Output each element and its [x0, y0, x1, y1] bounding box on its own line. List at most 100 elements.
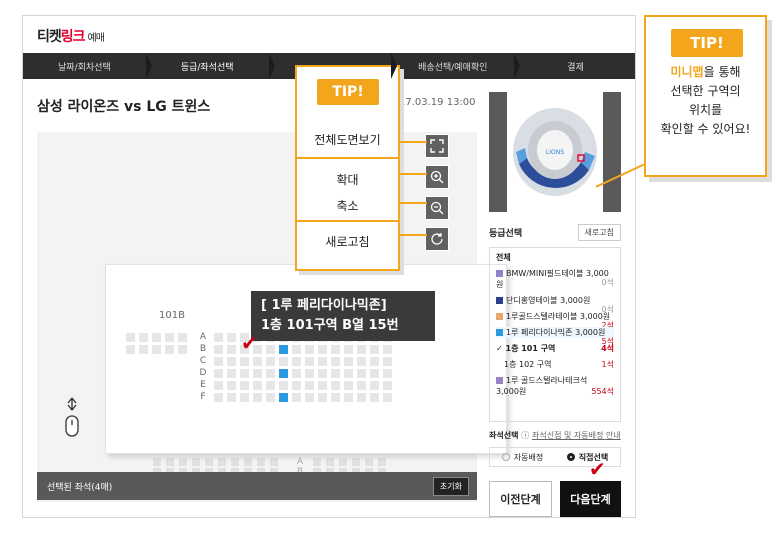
selected-seats-bar[interactable]: 선택된 좌석(4매) 초기화: [37, 472, 477, 500]
grade-item[interactable]: BMW/MINI필드테이블 3,000원 0석: [496, 268, 614, 290]
seat-select-help[interactable]: 좌석선점 및 자동배정 안내: [532, 431, 621, 440]
seat[interactable]: [139, 333, 148, 342]
seat[interactable]: [165, 333, 174, 342]
seat[interactable]: [344, 357, 353, 366]
seat[interactable]: [292, 357, 301, 366]
seat[interactable]: [240, 357, 249, 366]
seat[interactable]: [357, 357, 366, 366]
seat[interactable]: [370, 369, 379, 378]
next-step-button[interactable]: 다음단계: [560, 481, 621, 517]
seat[interactable]: [279, 381, 288, 390]
seat[interactable]: [305, 357, 314, 366]
seat[interactable]: [357, 345, 366, 354]
seat[interactable]: [292, 369, 301, 378]
seat[interactable]: [305, 345, 314, 354]
seat[interactable]: [240, 393, 249, 402]
seat[interactable]: [318, 381, 327, 390]
seat[interactable]: [266, 381, 275, 390]
seat[interactable]: [139, 345, 148, 354]
zoom-in-icon[interactable]: [425, 165, 449, 189]
seat[interactable]: [383, 393, 392, 402]
grade-item-all[interactable]: 전체: [496, 252, 614, 263]
seat[interactable]: [178, 345, 187, 354]
seat[interactable]: [266, 357, 275, 366]
step-payment[interactable]: 결제: [514, 53, 635, 79]
refresh-icon[interactable]: [425, 227, 449, 251]
seat[interactable]: [253, 357, 262, 366]
seat[interactable]: [214, 345, 223, 354]
seat[interactable]: [383, 345, 392, 354]
direct-select-radio[interactable]: 직접선택: [555, 448, 620, 466]
auto-assign-radio[interactable]: 자동배정: [490, 448, 555, 466]
seat[interactable]: [292, 345, 301, 354]
seat[interactable]: [370, 381, 379, 390]
seat[interactable]: [305, 369, 314, 378]
seat[interactable]: [344, 381, 353, 390]
seat[interactable]: [214, 357, 223, 366]
seat[interactable]: [331, 345, 340, 354]
seat[interactable]: [383, 369, 392, 378]
seat[interactable]: [266, 369, 275, 378]
seat[interactable]: [165, 345, 174, 354]
seat[interactable]: [305, 393, 314, 402]
seat[interactable]: [279, 369, 288, 378]
seat[interactable]: [266, 345, 275, 354]
reset-button[interactable]: 초기화: [432, 477, 469, 496]
seat[interactable]: [344, 345, 353, 354]
seat[interactable]: [227, 345, 236, 354]
seat[interactable]: [331, 393, 340, 402]
seat[interactable]: [383, 357, 392, 366]
grade-item[interactable]: 1루 골드스텔라나테크석 3,000원 554석: [496, 375, 614, 397]
seat[interactable]: [357, 381, 366, 390]
step-date[interactable]: 날짜/회차선택: [23, 53, 152, 79]
seat[interactable]: [370, 393, 379, 402]
grade-refresh-button[interactable]: 새로고침: [577, 224, 621, 241]
seat[interactable]: [227, 369, 236, 378]
seat[interactable]: [253, 381, 262, 390]
seat[interactable]: [292, 393, 301, 402]
seat[interactable]: [383, 381, 392, 390]
zoom-out-icon[interactable]: [425, 196, 449, 220]
seat[interactable]: [253, 393, 262, 402]
seat[interactable]: [331, 381, 340, 390]
seat[interactable]: [305, 381, 314, 390]
seat[interactable]: [370, 345, 379, 354]
grade-list[interactable]: 전체 BMW/MINI필드테이블 3,000원 0석 단디홍영테이블 3,000원…: [489, 247, 621, 422]
seat[interactable]: [279, 393, 288, 402]
seat[interactable]: [357, 369, 366, 378]
seat[interactable]: [331, 357, 340, 366]
seat[interactable]: [279, 345, 288, 354]
seat[interactable]: [126, 333, 135, 342]
seat[interactable]: [227, 357, 236, 366]
seat[interactable]: [227, 333, 236, 342]
seat[interactable]: [318, 357, 327, 366]
seat[interactable]: [253, 369, 262, 378]
seat[interactable]: [214, 381, 223, 390]
seat[interactable]: [214, 393, 223, 402]
seat[interactable]: [152, 345, 161, 354]
seat[interactable]: [357, 393, 366, 402]
seat[interactable]: [152, 333, 161, 342]
seat[interactable]: [318, 345, 327, 354]
seat[interactable]: [266, 393, 275, 402]
seat[interactable]: [240, 369, 249, 378]
step-delivery[interactable]: 배송선택/예매확인: [391, 53, 520, 79]
step-seat[interactable]: 등급/좌석선택: [146, 53, 275, 79]
seat[interactable]: [227, 393, 236, 402]
grade-item[interactable]: 1루골드스텔라테이블 3,000원 2석: [496, 311, 614, 330]
seat[interactable]: [331, 369, 340, 378]
seat[interactable]: [318, 393, 327, 402]
prev-step-button[interactable]: 이전단계: [489, 481, 552, 517]
seat[interactable]: [279, 357, 288, 366]
seat[interactable]: [370, 357, 379, 366]
seat[interactable]: [318, 369, 327, 378]
zone-item[interactable]: ✓ 1층 101 구역 4석: [496, 343, 614, 354]
seat[interactable]: [344, 393, 353, 402]
seat[interactable]: [178, 333, 187, 342]
seat[interactable]: [227, 381, 236, 390]
zone-item[interactable]: 1층 102 구역 1석: [496, 359, 614, 370]
seat[interactable]: [214, 369, 223, 378]
seat[interactable]: [126, 345, 135, 354]
seat[interactable]: [344, 369, 353, 378]
minimap[interactable]: LIONS: [489, 92, 621, 212]
